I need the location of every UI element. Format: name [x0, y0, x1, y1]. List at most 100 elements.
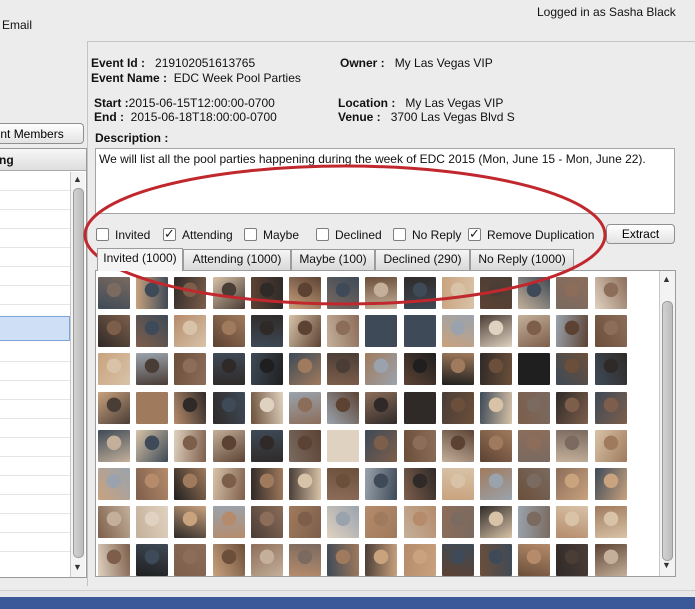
- list-item[interactable]: [0, 381, 70, 400]
- profile-photo-thumbnail[interactable]: [327, 353, 359, 385]
- profile-photo-thumbnail[interactable]: [480, 315, 512, 347]
- profile-photo-thumbnail[interactable]: [98, 277, 130, 309]
- profile-photo-thumbnail[interactable]: [442, 430, 474, 462]
- profile-photo-thumbnail[interactable]: [518, 353, 550, 385]
- profile-photo-thumbnail[interactable]: [442, 315, 474, 347]
- profile-photo-thumbnail[interactable]: [480, 392, 512, 424]
- profile-photo-thumbnail[interactable]: [404, 277, 436, 309]
- list-item[interactable]: [0, 514, 70, 533]
- list-item[interactable]: [0, 172, 70, 191]
- profile-photo-thumbnail[interactable]: [213, 544, 245, 576]
- profile-photo-thumbnail[interactable]: [365, 506, 397, 538]
- list-item-selected[interactable]: [0, 316, 70, 341]
- profile-photo-thumbnail[interactable]: [213, 506, 245, 538]
- profile-photo-thumbnail[interactable]: [365, 392, 397, 424]
- profile-photo-thumbnail[interactable]: [480, 506, 512, 538]
- profile-photo-thumbnail[interactable]: [556, 315, 588, 347]
- profile-photo-thumbnail[interactable]: [327, 506, 359, 538]
- list-item[interactable]: [0, 191, 70, 210]
- profile-photo-thumbnail[interactable]: [556, 430, 588, 462]
- profile-photo-thumbnail[interactable]: [251, 544, 283, 576]
- profile-photo-thumbnail[interactable]: [289, 392, 321, 424]
- profile-photo-thumbnail[interactable]: [98, 544, 130, 576]
- profile-photo-thumbnail[interactable]: [174, 468, 206, 500]
- profile-photo-thumbnail[interactable]: [289, 430, 321, 462]
- filter-invited-checkbox[interactable]: Invited: [96, 228, 150, 244]
- profile-photo-thumbnail[interactable]: [327, 277, 359, 309]
- profile-photo-thumbnail[interactable]: [251, 277, 283, 309]
- profile-photo-thumbnail[interactable]: [174, 277, 206, 309]
- profile-photo-thumbnail[interactable]: [556, 468, 588, 500]
- profile-photo-thumbnail[interactable]: [442, 353, 474, 385]
- list-item[interactable]: [0, 248, 70, 267]
- profile-photo-thumbnail[interactable]: [442, 277, 474, 309]
- scroll-down-arrow-icon[interactable]: ▼: [662, 560, 671, 570]
- profile-photo-thumbnail[interactable]: [442, 468, 474, 500]
- profile-photo-thumbnail[interactable]: [595, 506, 627, 538]
- profile-photo-thumbnail[interactable]: [136, 468, 168, 500]
- profile-photo-thumbnail[interactable]: [327, 544, 359, 576]
- profile-photo-thumbnail[interactable]: [404, 506, 436, 538]
- profile-photo-thumbnail[interactable]: [556, 392, 588, 424]
- profile-photo-thumbnail[interactable]: [136, 315, 168, 347]
- profile-photo-thumbnail[interactable]: [327, 430, 359, 462]
- scrollbar-thumb[interactable]: [73, 188, 84, 558]
- profile-photo-thumbnail[interactable]: [404, 392, 436, 424]
- profile-photo-thumbnail[interactable]: [289, 353, 321, 385]
- scroll-up-arrow-icon[interactable]: ▲: [662, 274, 671, 284]
- profile-photo-thumbnail[interactable]: [365, 315, 397, 347]
- profile-photo-thumbnail[interactable]: [251, 315, 283, 347]
- checkbox-box[interactable]: [393, 228, 406, 241]
- profile-photo-thumbnail[interactable]: [595, 468, 627, 500]
- profile-photo-thumbnail[interactable]: [442, 544, 474, 576]
- list-item[interactable]: [0, 362, 70, 381]
- list-item[interactable]: [0, 419, 70, 438]
- profile-photo-thumbnail[interactable]: [251, 353, 283, 385]
- profile-photo-thumbnail[interactable]: [404, 353, 436, 385]
- profile-photo-thumbnail[interactable]: [213, 468, 245, 500]
- list-item[interactable]: [0, 286, 70, 305]
- profile-photo-thumbnail[interactable]: [213, 315, 245, 347]
- list-item[interactable]: [0, 343, 70, 362]
- scrollbar-thumb[interactable]: [662, 301, 673, 561]
- profile-photo-thumbnail[interactable]: [442, 392, 474, 424]
- profile-photo-thumbnail[interactable]: [136, 544, 168, 576]
- checkbox-box[interactable]: [316, 228, 329, 241]
- profile-photo-thumbnail[interactable]: [98, 353, 130, 385]
- profile-photo-thumbnail[interactable]: [480, 468, 512, 500]
- profile-photo-thumbnail[interactable]: [213, 392, 245, 424]
- list-item[interactable]: [0, 400, 70, 419]
- profile-photo-thumbnail[interactable]: [518, 392, 550, 424]
- profile-photo-thumbnail[interactable]: [98, 430, 130, 462]
- profile-photo-thumbnail[interactable]: [251, 392, 283, 424]
- profile-photo-thumbnail[interactable]: [595, 392, 627, 424]
- description-textarea[interactable]: We will list all the pool parties happen…: [95, 148, 675, 214]
- profile-photo-thumbnail[interactable]: [480, 353, 512, 385]
- profile-photo-thumbnail[interactable]: [518, 430, 550, 462]
- profile-photo-thumbnail[interactable]: [174, 506, 206, 538]
- profile-photo-thumbnail[interactable]: [251, 430, 283, 462]
- tab-no-reply[interactable]: No Reply (1000): [470, 249, 574, 270]
- filter-maybe-checkbox[interactable]: Maybe: [244, 228, 299, 244]
- profile-photo-thumbnail[interactable]: [136, 353, 168, 385]
- profile-photo-thumbnail[interactable]: [595, 430, 627, 462]
- profile-photo-thumbnail[interactable]: [480, 277, 512, 309]
- filter-attending-checkbox[interactable]: Attending: [163, 226, 233, 244]
- profile-photo-thumbnail[interactable]: [327, 468, 359, 500]
- profile-photo-thumbnail[interactable]: [289, 544, 321, 576]
- profile-photo-thumbnail[interactable]: [556, 506, 588, 538]
- profile-photo-thumbnail[interactable]: [289, 506, 321, 538]
- profile-photo-thumbnail[interactable]: [595, 315, 627, 347]
- photo-grid-scrollbar[interactable]: ▲ ▼: [659, 271, 675, 576]
- account-list[interactable]: ng ▲ ▼: [0, 148, 87, 578]
- filter-no-reply-checkbox[interactable]: No Reply: [393, 228, 461, 244]
- profile-photo-thumbnail[interactable]: [518, 315, 550, 347]
- profile-photo-thumbnail[interactable]: [404, 315, 436, 347]
- account-list-scrollbar[interactable]: ▲ ▼: [70, 172, 85, 577]
- profile-photo-thumbnail[interactable]: [136, 277, 168, 309]
- profile-photo-thumbnail[interactable]: [289, 277, 321, 309]
- profile-photo-thumbnail[interactable]: [556, 353, 588, 385]
- list-item[interactable]: [0, 229, 70, 248]
- profile-photo-thumbnail[interactable]: [136, 392, 168, 424]
- tab-attending[interactable]: Attending (1000): [183, 249, 291, 270]
